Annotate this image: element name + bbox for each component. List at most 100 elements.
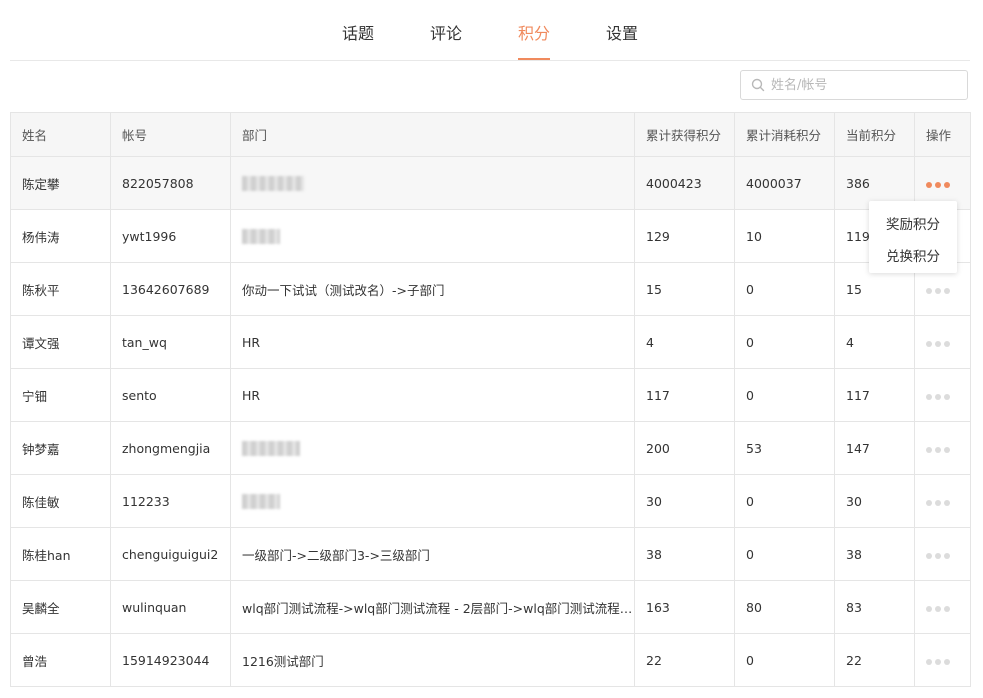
cell-consumed: 0 bbox=[734, 368, 835, 422]
cell-consumed: 0 bbox=[734, 633, 835, 687]
actions-dropdown-menu: 奖励积分 兑换积分 bbox=[869, 201, 957, 273]
cell-current: 117 bbox=[834, 368, 915, 422]
cell-account: 822057808 bbox=[110, 156, 231, 210]
cell-department bbox=[230, 421, 635, 475]
table-row: 谭文强 tan_wq HR 4 0 4 bbox=[10, 315, 971, 369]
tab-points[interactable]: 积分 bbox=[518, 20, 550, 44]
cell-name: 陈定攀 bbox=[10, 156, 111, 210]
cell-earned: 117 bbox=[634, 368, 735, 422]
tab-divider bbox=[10, 60, 970, 61]
cell-name: 陈佳敏 bbox=[10, 474, 111, 528]
more-actions-icon[interactable] bbox=[926, 547, 953, 562]
more-actions-icon[interactable] bbox=[926, 335, 953, 350]
table-row: 钟梦嘉 zhongmengjia 200 53 147 bbox=[10, 421, 971, 475]
redacted-department bbox=[242, 176, 304, 191]
menu-item-redeem-points[interactable]: 兑换积分 bbox=[869, 245, 957, 265]
col-consumed: 累计消耗积分 bbox=[734, 112, 835, 157]
cell-consumed: 0 bbox=[734, 474, 835, 528]
table-row: 陈佳敏 112233 30 0 30 bbox=[10, 474, 971, 528]
cell-name: 杨伟涛 bbox=[10, 209, 111, 263]
cell-department: 一级部门->二级部门3->三级部门 bbox=[230, 527, 635, 581]
redacted-department bbox=[242, 229, 280, 244]
search-box bbox=[740, 70, 968, 100]
tab-comments[interactable]: 评论 bbox=[430, 20, 462, 44]
cell-consumed: 80 bbox=[734, 580, 835, 634]
more-actions-icon[interactable] bbox=[926, 388, 953, 403]
cell-current: 38 bbox=[834, 527, 915, 581]
cell-department: 你动一下试试（测试改名）->子部门 bbox=[230, 262, 635, 316]
more-actions-icon[interactable] bbox=[926, 600, 953, 615]
cell-account: ywt1996 bbox=[110, 209, 231, 263]
cell-department bbox=[230, 474, 635, 528]
cell-account: 13642607689 bbox=[110, 262, 231, 316]
redacted-department bbox=[242, 441, 300, 456]
col-department: 部门 bbox=[230, 112, 635, 157]
cell-earned: 4 bbox=[634, 315, 735, 369]
cell-name: 吴麟全 bbox=[10, 580, 111, 634]
more-actions-icon[interactable] bbox=[926, 176, 953, 191]
cell-earned: 4000423 bbox=[634, 156, 735, 210]
cell-earned: 38 bbox=[634, 527, 735, 581]
search-input[interactable] bbox=[771, 71, 961, 99]
cell-account: 112233 bbox=[110, 474, 231, 528]
cell-earned: 22 bbox=[634, 633, 735, 687]
table-row: 陈桂han chenguiguigui2 一级部门->二级部门3->三级部门 3… bbox=[10, 527, 971, 581]
redacted-department bbox=[242, 494, 280, 509]
cell-earned: 200 bbox=[634, 421, 735, 475]
cell-current: 83 bbox=[834, 580, 915, 634]
cell-earned: 129 bbox=[634, 209, 735, 263]
cell-actions bbox=[914, 315, 971, 369]
cell-earned: 163 bbox=[634, 580, 735, 634]
more-actions-icon[interactable] bbox=[926, 282, 953, 297]
col-earned: 累计获得积分 bbox=[634, 112, 735, 157]
more-actions-icon[interactable] bbox=[926, 441, 953, 456]
cell-actions bbox=[914, 368, 971, 422]
cell-current: 30 bbox=[834, 474, 915, 528]
cell-account: tan_wq bbox=[110, 315, 231, 369]
cell-earned: 30 bbox=[634, 474, 735, 528]
cell-name: 陈秋平 bbox=[10, 262, 111, 316]
table-header: 姓名 帐号 部门 累计获得积分 累计消耗积分 当前积分 操作 bbox=[10, 112, 971, 157]
cell-account: sento bbox=[110, 368, 231, 422]
table-row: 杨伟涛 ywt1996 129 10 119 bbox=[10, 209, 971, 263]
more-actions-icon[interactable] bbox=[926, 653, 953, 668]
cell-consumed: 0 bbox=[734, 315, 835, 369]
col-name: 姓名 bbox=[10, 112, 111, 157]
table-row: 陈秋平 13642607689 你动一下试试（测试改名）->子部门 15 0 1… bbox=[10, 262, 971, 316]
cell-current: 22 bbox=[834, 633, 915, 687]
cell-department bbox=[230, 209, 635, 263]
table-row: 曾浩 15914923044 1216测试部门 22 0 22 bbox=[10, 633, 971, 687]
cell-account: zhongmengjia bbox=[110, 421, 231, 475]
cell-name: 陈桂han bbox=[10, 527, 111, 581]
points-table: 姓名 帐号 部门 累计获得积分 累计消耗积分 当前积分 操作 陈定攀 82205… bbox=[10, 112, 971, 687]
cell-name: 曾浩 bbox=[10, 633, 111, 687]
cell-account: wulinquan bbox=[110, 580, 231, 634]
cell-account: chenguiguigui2 bbox=[110, 527, 231, 581]
cell-department: HR bbox=[230, 368, 635, 422]
cell-department: wlq部门测试流程->wlq部门测试流程 - 2层部门->wlq部门测试流程 -… bbox=[230, 580, 635, 634]
cell-account: 15914923044 bbox=[110, 633, 231, 687]
cell-current: 147 bbox=[834, 421, 915, 475]
table-row: 陈定攀 822057808 4000423 4000037 386 bbox=[10, 156, 971, 210]
cell-consumed: 0 bbox=[734, 262, 835, 316]
cell-consumed: 4000037 bbox=[734, 156, 835, 210]
cell-consumed: 10 bbox=[734, 209, 835, 263]
cell-department: 1216测试部门 bbox=[230, 633, 635, 687]
cell-actions bbox=[914, 474, 971, 528]
col-account: 帐号 bbox=[110, 112, 231, 157]
cell-actions bbox=[914, 633, 971, 687]
col-actions: 操作 bbox=[914, 112, 971, 157]
cell-name: 宁钿 bbox=[10, 368, 111, 422]
tab-bar: 话题 评论 积分 设置 bbox=[0, 0, 983, 61]
col-current: 当前积分 bbox=[834, 112, 915, 157]
cell-name: 钟梦嘉 bbox=[10, 421, 111, 475]
tab-topics[interactable]: 话题 bbox=[342, 20, 374, 44]
menu-item-award-points[interactable]: 奖励积分 bbox=[869, 213, 957, 233]
cell-earned: 15 bbox=[634, 262, 735, 316]
cell-department: HR bbox=[230, 315, 635, 369]
cell-consumed: 0 bbox=[734, 527, 835, 581]
cell-actions bbox=[914, 580, 971, 634]
table-row: 宁钿 sento HR 117 0 117 bbox=[10, 368, 971, 422]
more-actions-icon[interactable] bbox=[926, 494, 953, 509]
tab-settings[interactable]: 设置 bbox=[606, 20, 638, 44]
